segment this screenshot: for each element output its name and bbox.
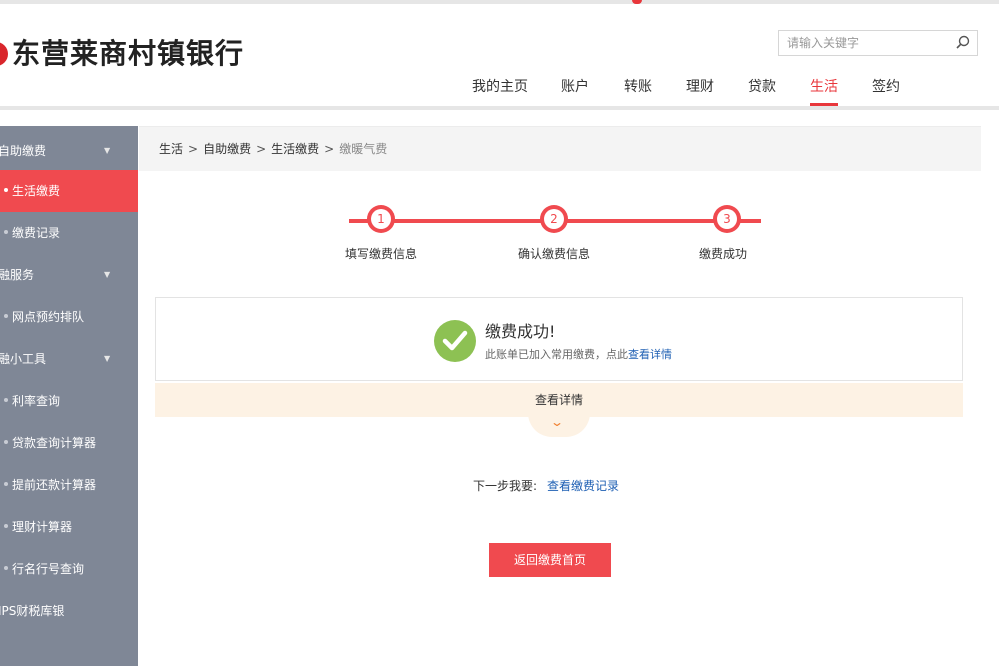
- bullet-icon: [4, 398, 8, 402]
- sidebar-item-rate-query[interactable]: 利率查询: [0, 380, 138, 422]
- sidebar-item-wealth-calculator[interactable]: 理财计算器: [0, 506, 138, 548]
- back-to-payment-home-button[interactable]: 返回缴费首页: [489, 543, 611, 577]
- sidebar-group-label: 融小工具: [0, 352, 47, 366]
- chevron-down-icon: ▼: [104, 146, 111, 155]
- sidebar-item-tips[interactable]: IPS财税库银: [0, 590, 138, 632]
- sidebar-group-tools[interactable]: 融小工具 ▼: [0, 338, 138, 380]
- step-1-number: 1: [371, 209, 391, 229]
- sidebar-item-label: 生活缴费: [12, 184, 61, 198]
- bullet-icon: [4, 314, 8, 318]
- check-icon: [434, 320, 476, 362]
- progress-stepper: 1 2 3 填写缴费信息 确认缴费信息 缴费成功: [139, 127, 981, 287]
- chevron-down-icon: ▼: [104, 270, 111, 279]
- sidebar: 自助缴费 ▼ 生活缴费 缴费记录 融服务 ▼ 网点预约排队 融小工具 ▼ 利率查…: [0, 126, 138, 666]
- step-2-label: 确认缴费信息: [517, 247, 590, 261]
- sidebar-group-financial-services[interactable]: 融服务 ▼: [0, 254, 138, 296]
- sidebar-item-label: 贷款查询计算器: [12, 436, 97, 450]
- nav-item-wealth[interactable]: 理财: [686, 76, 714, 98]
- sidebar-item-loan-calculator[interactable]: 贷款查询计算器: [0, 422, 138, 464]
- nav-item-life[interactable]: 生活: [810, 76, 838, 106]
- sidebar-item-bank-code-query[interactable]: 行名行号查询: [0, 548, 138, 590]
- result-description-text: 此账单已加入常用缴费，点此: [485, 348, 628, 361]
- sidebar-item-payment-records[interactable]: 缴费记录: [0, 212, 138, 254]
- step-3-label: 缴费成功: [698, 247, 747, 261]
- header-divider: [0, 106, 999, 110]
- view-details-link[interactable]: 查看详情: [628, 348, 672, 361]
- bullet-icon: [4, 440, 8, 444]
- sidebar-group-self-payment[interactable]: 自助缴费 ▼: [0, 130, 138, 172]
- sidebar-item-label: 理财计算器: [12, 520, 73, 534]
- chevron-down-icon: ⌄: [549, 415, 565, 429]
- nav-item-life-label: 生活: [810, 79, 838, 95]
- sidebar-item-label: 网点预约排队: [12, 310, 85, 324]
- sidebar-item-label: 行名行号查询: [12, 562, 85, 576]
- step-2-number: 2: [544, 209, 564, 229]
- sidebar-item-label: 缴费记录: [12, 226, 61, 240]
- bank-logo-text[interactable]: 东营莱商村镇银行: [12, 38, 244, 70]
- step-3-number: 3: [717, 209, 737, 229]
- sidebar-item-life-payment[interactable]: 生活缴费: [0, 170, 138, 212]
- sidebar-item-label: 提前还款计算器: [12, 478, 97, 492]
- next-step-row: 下一步我要: 查看缴费记录: [473, 477, 619, 494]
- bullet-icon: [4, 230, 8, 234]
- sidebar-group-label: IPS财税库银: [0, 604, 65, 618]
- bullet-icon: [4, 188, 8, 192]
- sidebar-item-prepayment-calculator[interactable]: 提前还款计算器: [0, 464, 138, 506]
- result-title: 缴费成功!: [485, 322, 556, 341]
- nav-item-sign[interactable]: 签约: [872, 76, 900, 98]
- nav-item-transfer[interactable]: 转账: [624, 76, 652, 98]
- bullet-icon: [4, 482, 8, 486]
- browser-top-strip: [0, 0, 999, 4]
- bullet-icon: [4, 566, 8, 570]
- step-1-circle: 1: [367, 205, 395, 233]
- details-toggle-bar[interactable]: 查看详情: [155, 383, 963, 417]
- bullet-icon: [4, 524, 8, 528]
- result-description: 此账单已加入常用缴费，点此查看详情: [485, 346, 672, 362]
- next-step-label: 下一步我要:: [473, 479, 538, 493]
- step-3-circle: 3: [713, 205, 741, 233]
- result-panel: 缴费成功! 此账单已加入常用缴费，点此查看详情: [155, 297, 963, 381]
- sidebar-group-label: 融服务: [0, 268, 35, 282]
- sidebar-group-label: 自助缴费: [0, 144, 47, 158]
- payment-records-link[interactable]: 查看缴费记录: [547, 479, 619, 493]
- step-1-label: 填写缴费信息: [344, 247, 417, 261]
- chevron-down-icon: ▼: [104, 354, 111, 363]
- nav-item-home[interactable]: 我的主页: [472, 76, 528, 98]
- step-2-circle: 2: [540, 205, 568, 233]
- search-icon[interactable]: [955, 35, 971, 51]
- sidebar-item-branch-queue[interactable]: 网点预约排队: [0, 296, 138, 338]
- search-input[interactable]: [779, 31, 947, 55]
- search-box: [778, 30, 978, 56]
- nav-item-loan[interactable]: 贷款: [748, 76, 776, 98]
- main-content: 生活 > 自助缴费 > 生活缴费 > 缴暖气费 1 2 3 填写缴费信息 确认缴费信息 缴费…: [139, 126, 981, 667]
- sidebar-item-label: 利率查询: [12, 394, 61, 408]
- details-toggle-tab[interactable]: ⌄: [528, 413, 590, 437]
- bank-logo-icon: [0, 42, 8, 66]
- nav-item-account[interactable]: 账户: [561, 76, 589, 98]
